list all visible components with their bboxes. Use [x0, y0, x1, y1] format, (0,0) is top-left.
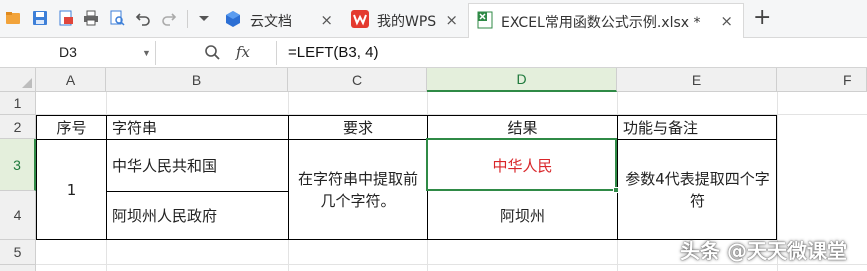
close-tab-icon[interactable]: ×	[720, 14, 733, 29]
tab-label: 云文档	[250, 13, 292, 30]
formula-input[interactable]: =LEFT(B3, 4)	[276, 41, 867, 65]
table-border	[36, 239, 777, 240]
quick-access-dropdown-icon[interactable]	[195, 9, 213, 27]
tab-label: 我的WPS	[377, 13, 437, 30]
gridline	[288, 240, 289, 271]
column-header-a[interactable]: A	[36, 68, 106, 92]
close-tab-icon[interactable]: ×	[320, 13, 333, 28]
tab-label: EXCEL常用函数公式示例.xlsx *	[501, 14, 701, 31]
wps-menu-icon[interactable]	[4, 9, 22, 27]
row-header-1[interactable]: 1	[0, 92, 36, 115]
gridline	[106, 92, 107, 115]
print-preview-icon[interactable]	[108, 9, 126, 27]
new-tab-button[interactable]: +	[753, 7, 771, 29]
row-header-6[interactable]	[0, 265, 36, 271]
close-tab-icon[interactable]: ×	[445, 13, 458, 28]
cell-d4[interactable]: 阿坝州	[428, 192, 617, 239]
print-icon[interactable]	[82, 9, 100, 27]
cell-c3-merged[interactable]: 在字符串中提取前几个字符。	[294, 140, 422, 239]
cell-c2[interactable]: 要求	[289, 116, 427, 139]
gridline	[288, 92, 289, 115]
column-header-e[interactable]: E	[617, 68, 777, 92]
cell-b2[interactable]: 字符串	[107, 116, 288, 139]
chevron-down-icon[interactable]: ▼	[142, 48, 151, 58]
column-header-c[interactable]: C	[288, 68, 427, 92]
undo-icon[interactable]	[134, 9, 152, 27]
column-header-b[interactable]: B	[106, 68, 288, 92]
redo-icon[interactable]	[160, 9, 178, 27]
gridline	[36, 264, 867, 265]
column-header-f[interactable]: F	[777, 68, 867, 92]
cell-b3[interactable]: 中华人民共和国	[107, 140, 288, 191]
gridline	[427, 92, 428, 115]
tab-my-wps[interactable]: 我的WPS ×	[343, 3, 468, 38]
formula-text: =LEFT(B3, 4)	[288, 44, 379, 61]
row-header-2[interactable]: 2	[0, 115, 36, 139]
excel-file-icon	[477, 11, 493, 33]
cloud-doc-icon	[224, 10, 242, 32]
cell-a2[interactable]: 序号	[37, 116, 106, 139]
save-icon[interactable]	[31, 9, 49, 27]
cell-d2[interactable]: 结果	[428, 116, 617, 139]
fill-handle[interactable]	[613, 187, 619, 193]
gridline	[427, 240, 428, 271]
gridline	[106, 240, 107, 271]
export-pdf-icon[interactable]	[57, 9, 75, 27]
formula-bar: D3 ▼ fx =LEFT(B3, 4)	[0, 38, 867, 68]
zoom-search-icon[interactable]	[204, 44, 220, 64]
cell-e3-merged[interactable]: 参数4代表提取四个字符	[619, 140, 776, 239]
gridline	[617, 92, 618, 115]
title-bar: 云文档 × 我的WPS × EXCEL常用函数公式示例.xlsx * × +	[0, 0, 867, 39]
name-box[interactable]: D3 ▼	[0, 41, 156, 65]
tab-cloud-docs[interactable]: 云文档 ×	[216, 3, 343, 38]
toolbar-divider	[187, 10, 188, 28]
table-border	[776, 115, 777, 240]
select-all-button[interactable]	[0, 68, 36, 92]
watermark-text: 头条 @天天微课堂	[680, 239, 847, 263]
tab-excel-file[interactable]: EXCEL常用函数公式示例.xlsx * ×	[468, 3, 744, 39]
cell-reference: D3	[59, 44, 77, 60]
row-header-3[interactable]: 3	[0, 139, 36, 191]
wps-logo-icon	[351, 9, 369, 32]
cell-e2[interactable]: 功能与备注	[618, 116, 776, 139]
row-header-4[interactable]: 4	[0, 191, 36, 240]
column-header-d[interactable]: D	[427, 68, 617, 92]
row-header-5[interactable]: 5	[0, 240, 36, 265]
cell-a3-merged[interactable]: 1	[37, 140, 106, 239]
cell-b4[interactable]: 阿坝州人民政府	[107, 192, 288, 239]
gridline	[617, 240, 618, 271]
active-cell-selection	[426, 138, 617, 191]
insert-function-button[interactable]: fx	[236, 43, 250, 61]
